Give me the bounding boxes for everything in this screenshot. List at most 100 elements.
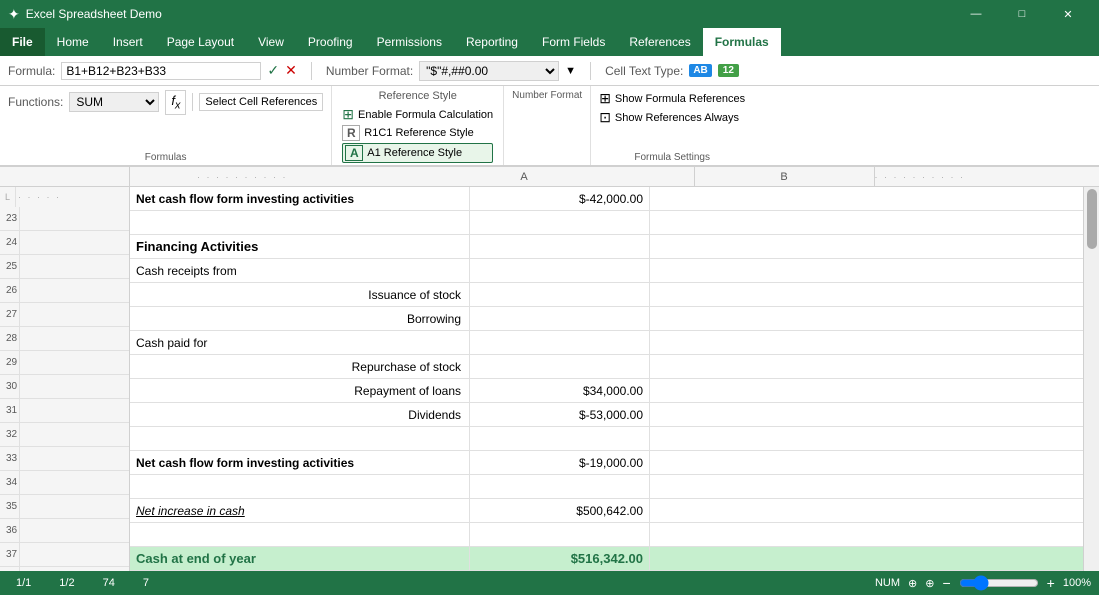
home-tab[interactable]: Home — [45, 28, 101, 56]
table-row[interactable]: Cash paid for — [130, 331, 1083, 355]
table-row[interactable]: Net cash flow form investing activities$… — [130, 187, 1083, 211]
cell-a-38[interactable]: Cash at end of year — [130, 547, 470, 570]
cell-a-25[interactable]: Financing Activities — [130, 235, 470, 258]
cell-b-30[interactable] — [470, 355, 650, 378]
table-row[interactable]: Net cash flow form investing activities$… — [130, 451, 1083, 475]
close-button[interactable]: ✕ — [1045, 0, 1091, 28]
table-row[interactable]: Cash at end of year$516,342.00 — [130, 547, 1083, 571]
table-row[interactable]: Financing Activities — [130, 235, 1083, 259]
zoom-slider[interactable] — [959, 575, 1039, 591]
cell-b-36[interactable]: $500,642.00 — [470, 499, 650, 522]
minimize-button[interactable]: — — [953, 0, 999, 28]
cell-a-35[interactable] — [130, 475, 470, 498]
cell-b-29[interactable] — [470, 331, 650, 354]
table-row[interactable]: Net increase in cash$500,642.00 — [130, 499, 1083, 523]
show-formula-refs-icon: ⊞ — [599, 90, 611, 107]
cell-a-32[interactable]: Dividends — [130, 403, 470, 426]
enable-formula-button[interactable]: Enable Formula Calculation — [358, 109, 493, 121]
view-tab[interactable]: View — [246, 28, 296, 56]
table-row[interactable]: Issuance of stock — [130, 283, 1083, 307]
r1c1-reference-button[interactable]: R1C1 Reference Style — [364, 127, 473, 139]
select-cell-refs-button[interactable]: Select Cell References — [199, 93, 323, 111]
number-format-expand[interactable]: ▼ — [565, 65, 576, 77]
cell-a-28[interactable]: Borrowing — [130, 307, 470, 330]
cell-b-38[interactable]: $516,342.00 — [470, 547, 650, 570]
cell-a-36[interactable]: Net increase in cash — [130, 499, 470, 522]
cell-a-31[interactable]: Repayment of loans — [130, 379, 470, 402]
cell-b-34[interactable]: $-19,000.00 — [470, 451, 650, 474]
number-format-label: Number Format: — [326, 64, 413, 78]
row-num-26: 26 — [0, 279, 129, 303]
row-num-34: 34 — [0, 471, 129, 495]
num-badge: 12 — [718, 64, 739, 77]
status-bar: 1/1 1/2 74 7 NUM ⊕ ⊕ − + 100% — [0, 571, 1099, 595]
cell-a-30[interactable]: Repurchase of stock — [130, 355, 470, 378]
table-row[interactable]: Dividends$-53,000.00 — [130, 403, 1083, 427]
show-refs-always-button[interactable]: Show References Always — [615, 112, 739, 124]
cancel-icon[interactable]: ✕ — [285, 62, 297, 79]
table-row[interactable]: Borrowing — [130, 307, 1083, 331]
maximize-button[interactable]: □ — [999, 0, 1045, 28]
row-num-32: 32 — [0, 423, 129, 447]
cell-a-23[interactable]: Net cash flow form investing activities — [130, 187, 470, 210]
table-row[interactable]: Cash receipts from — [130, 259, 1083, 283]
col-rest-header: · · · · · · · · · · — [875, 167, 1099, 186]
cell-b-35[interactable] — [470, 475, 650, 498]
table-row[interactable]: Repurchase of stock — [130, 355, 1083, 379]
col-a-header: A — [355, 167, 695, 186]
confirm-icon[interactable]: ✓ — [267, 62, 279, 79]
cell-b-25[interactable] — [470, 235, 650, 258]
a1-reference-button[interactable]: A1 Reference Style — [367, 147, 462, 159]
nav-icon-left[interactable]: ⊕ — [908, 577, 917, 590]
reporting-tab[interactable]: Reporting — [454, 28, 530, 56]
page-layout-tab[interactable]: Page Layout — [155, 28, 246, 56]
zoom-out-button[interactable]: − — [942, 575, 950, 591]
formula-input[interactable] — [61, 62, 261, 80]
table-row[interactable] — [130, 523, 1083, 547]
cell-b-24[interactable] — [470, 211, 650, 234]
page-indicator-2[interactable]: 1/2 — [51, 577, 82, 589]
table-row[interactable] — [130, 211, 1083, 235]
cell-b-32[interactable]: $-53,000.00 — [470, 403, 650, 426]
row-num-28: 28 — [0, 327, 129, 351]
number-format-select[interactable]: "$"#,##0.00 — [419, 61, 559, 81]
cell-a-37[interactable] — [130, 523, 470, 546]
file-tab[interactable]: File — [0, 28, 45, 56]
fx-button[interactable]: fx — [165, 90, 186, 115]
page-indicator-1[interactable]: 1/1 — [8, 577, 39, 589]
table-row[interactable]: Repayment of loans$34,000.00 — [130, 379, 1083, 403]
cell-a-29[interactable]: Cash paid for — [130, 331, 470, 354]
app-title: Excel Spreadsheet Demo — [26, 7, 953, 21]
val-74[interactable]: 74 — [95, 577, 123, 589]
cell-a-34[interactable]: Net cash flow form investing activities — [130, 451, 470, 474]
cell-a-33[interactable] — [130, 427, 470, 450]
cell-b-31[interactable]: $34,000.00 — [470, 379, 650, 402]
r1c1-icon: R — [342, 125, 360, 141]
row-num-23: 23 — [0, 207, 129, 231]
table-row[interactable] — [130, 475, 1083, 499]
formulas-tab[interactable]: Formulas — [703, 28, 781, 56]
proofing-tab[interactable]: Proofing — [296, 28, 365, 56]
insert-tab[interactable]: Insert — [101, 28, 155, 56]
table-row[interactable] — [130, 427, 1083, 451]
cell-b-26[interactable] — [470, 259, 650, 282]
zoom-in-button[interactable]: + — [1047, 575, 1055, 591]
form-fields-tab[interactable]: Form Fields — [530, 28, 617, 56]
show-formula-refs-button[interactable]: Show Formula References — [615, 93, 745, 105]
cell-b-37[interactable] — [470, 523, 650, 546]
references-tab[interactable]: References — [617, 28, 702, 56]
cell-a-26[interactable]: Cash receipts from — [130, 259, 470, 282]
reference-style-label: Reference Style — [342, 90, 493, 102]
cell-b-28[interactable] — [470, 307, 650, 330]
cell-b-23[interactable]: $-42,000.00 — [470, 187, 650, 210]
col-b-header: B — [695, 167, 875, 186]
permissions-tab[interactable]: Permissions — [365, 28, 454, 56]
window-controls: — □ ✕ — [953, 0, 1091, 28]
val-7[interactable]: 7 — [135, 577, 157, 589]
functions-select[interactable]: SUM — [69, 92, 159, 112]
nav-icon-right[interactable]: ⊕ — [925, 577, 934, 590]
cell-b-33[interactable] — [470, 427, 650, 450]
cell-b-27[interactable] — [470, 283, 650, 306]
cell-a-24[interactable] — [130, 211, 470, 234]
cell-a-27[interactable]: Issuance of stock — [130, 283, 470, 306]
